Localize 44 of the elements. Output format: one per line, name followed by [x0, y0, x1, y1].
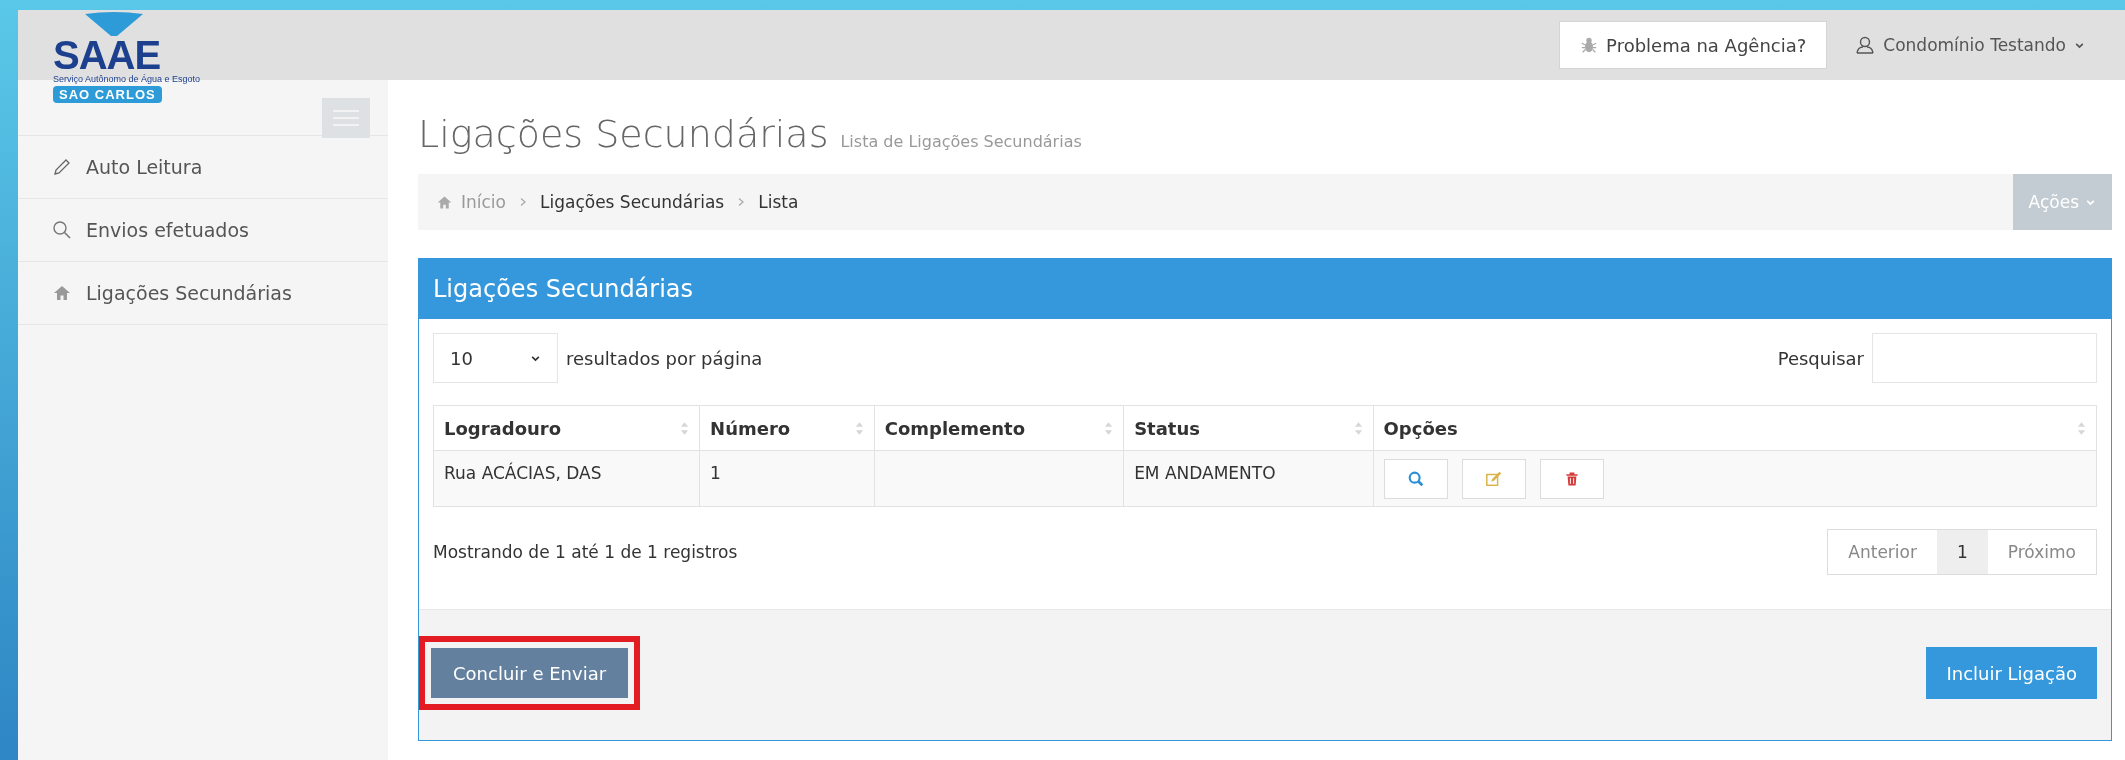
sidebar-item[interactable]: Ligações Secundárias — [86, 282, 292, 304]
edit-icon — [1484, 470, 1503, 488]
records-info: Mostrando de 1 até 1 de 1 registros — [433, 542, 738, 562]
search-field[interactable] — [1872, 333, 2097, 383]
sort-icon[interactable] — [1353, 420, 1363, 436]
table-cell: EM ANDAMENTO — [1123, 450, 1374, 507]
view-button[interactable] — [1383, 459, 1448, 499]
user-menu[interactable]: Condomínio Testando — [1883, 35, 2066, 55]
logo-city: SAO CARLOS — [53, 86, 162, 103]
submit-button[interactable]: Concluir e Enviar — [431, 648, 629, 698]
search-icon — [52, 220, 72, 240]
breadcrumb-item[interactable]: Lista — [758, 192, 799, 212]
breadcrumb-item[interactable]: Ligações Secundárias — [540, 192, 725, 212]
search-label: Pesquisar — [1777, 347, 1864, 369]
table-cell: Rua ACÁCIAS, DAS — [433, 450, 700, 507]
report-problem-button[interactable]: Problema na Agência? — [1559, 21, 1828, 69]
user-icon — [1855, 35, 1876, 55]
logo-name: SAAE — [53, 38, 161, 72]
column-header[interactable]: Status — [1134, 417, 1200, 439]
chevron-right-icon — [518, 197, 528, 207]
menu-toggle[interactable] — [322, 98, 370, 138]
trash-icon — [1563, 470, 1580, 488]
page-subtitle: Lista de Ligações Secundárias — [840, 132, 1082, 151]
pencil-icon — [52, 157, 72, 177]
sort-icon[interactable] — [680, 420, 690, 436]
home-icon — [52, 283, 72, 303]
search-icon — [1406, 470, 1425, 488]
sidebar-item[interactable]: Auto Leitura — [86, 156, 203, 178]
table-cell: 1 — [699, 450, 875, 507]
page-size-select[interactable]: 10 — [433, 333, 558, 383]
sort-icon[interactable] — [1104, 420, 1114, 436]
sort-icon[interactable] — [2077, 420, 2086, 436]
panel-title: Ligações Secundárias — [433, 275, 694, 303]
sort-icon[interactable] — [854, 420, 864, 436]
column-header[interactable]: Opções — [1383, 417, 1458, 439]
page-button[interactable]: 1 — [1936, 530, 1988, 574]
logo-subtitle: Serviço Autônomo de Água e Esgoto — [53, 74, 201, 84]
funnel-icon — [83, 12, 145, 38]
page-title: Ligações Secundárias — [418, 112, 829, 156]
edit-button[interactable] — [1461, 459, 1526, 499]
sidebar-item[interactable]: Envios efetuados — [86, 219, 249, 241]
bug-icon — [1580, 36, 1599, 54]
delete-button[interactable] — [1539, 459, 1604, 499]
page-size-label: resultados por página — [566, 347, 763, 369]
